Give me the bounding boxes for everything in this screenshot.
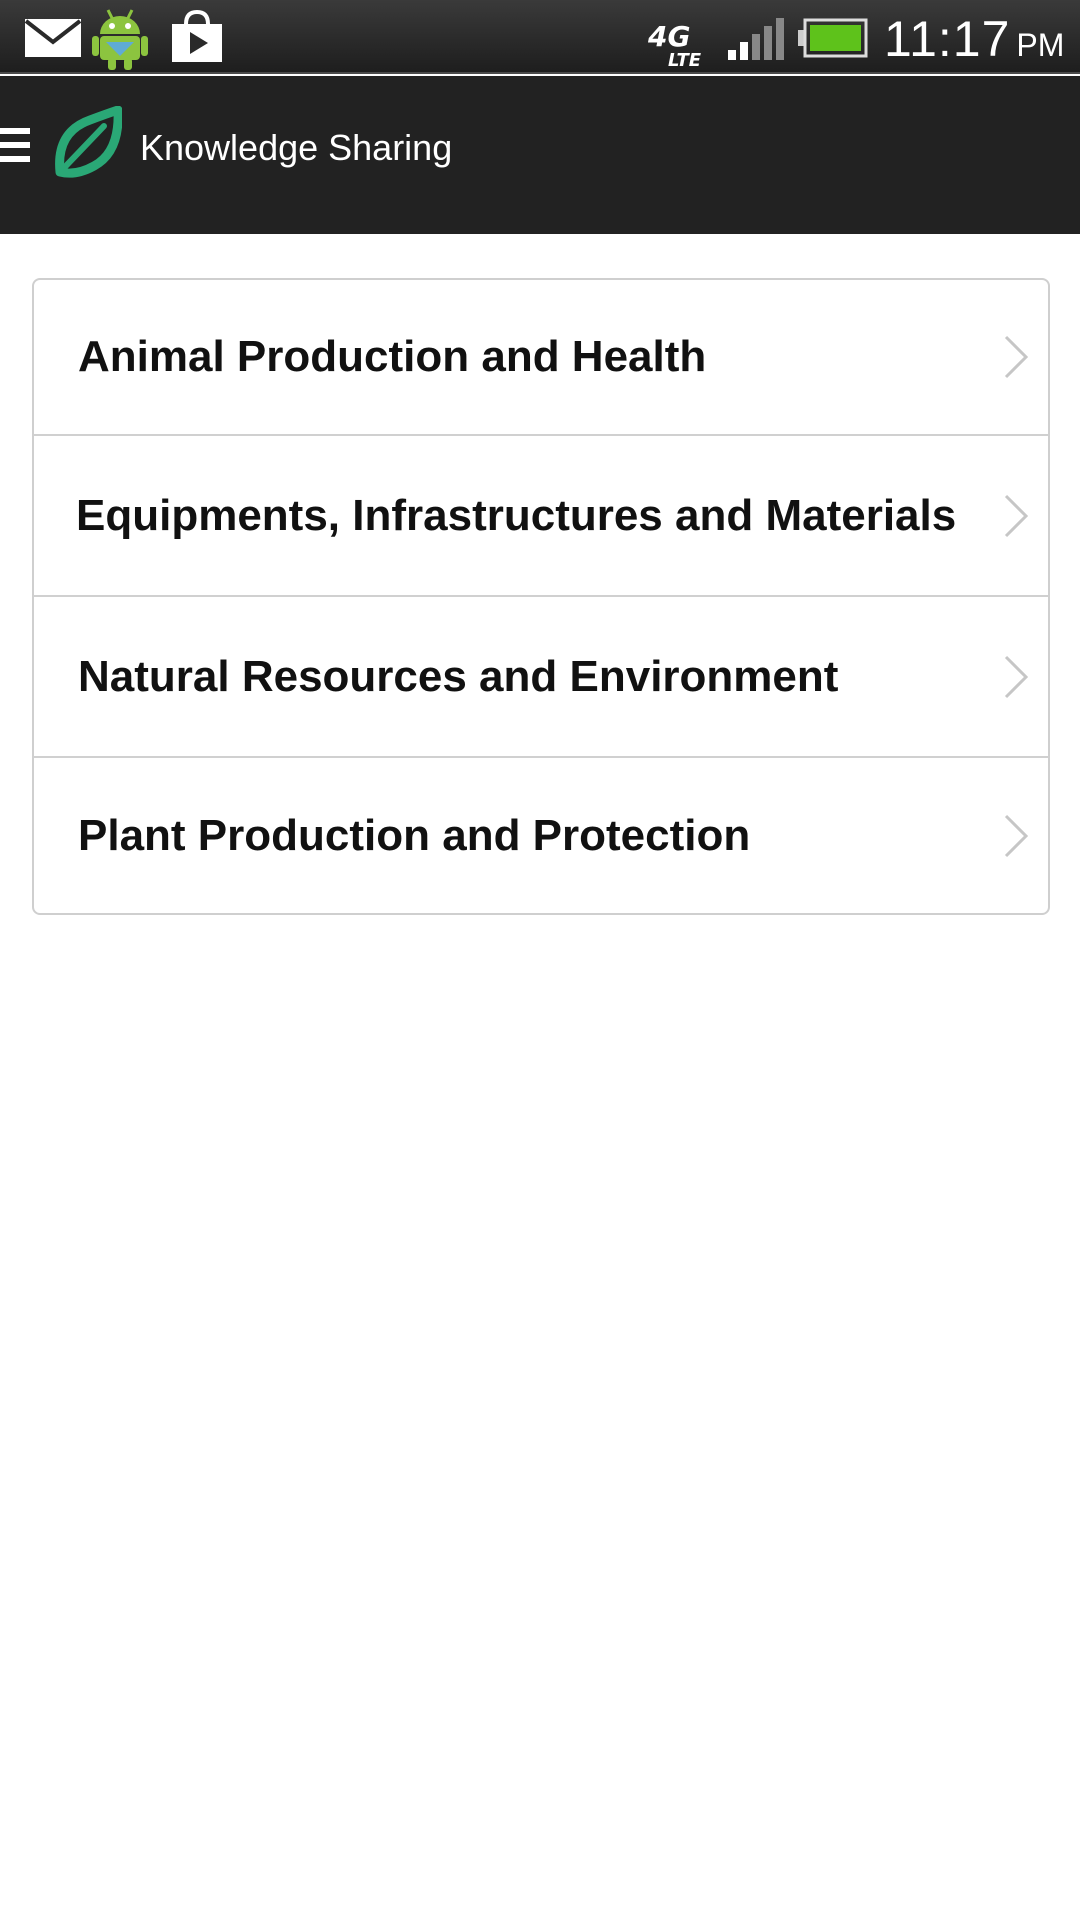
list-item-label: Equipments, Infrastructures and Material…	[76, 490, 957, 540]
signal-icon	[728, 18, 784, 60]
svg-text:4G: 4G	[647, 20, 690, 53]
lte-icon: 4G LTE	[647, 20, 702, 68]
category-list: Animal Production and Health Equipments,…	[32, 278, 1050, 915]
battery-icon	[798, 18, 868, 58]
android-icon	[92, 9, 148, 70]
svg-text:LTE: LTE	[668, 50, 702, 68]
chevron-right-icon	[1004, 335, 1029, 379]
chevron-right-icon	[1004, 814, 1029, 857]
list-item-plant-production[interactable]: Plant Production and Protection	[34, 758, 1048, 913]
list-item-label: Plant Production and Protection	[78, 810, 751, 860]
hamburger-menu-icon[interactable]	[0, 128, 30, 168]
app-bar: Knowledge Sharing	[0, 76, 1080, 234]
chevron-right-icon	[1004, 655, 1029, 698]
clock-ampm: PM	[1016, 27, 1065, 63]
list-item-label: Natural Resources and Environment	[78, 651, 839, 701]
list-item-label: Animal Production and Health	[78, 332, 707, 381]
list-item-equipments[interactable]: Equipments, Infrastructures and Material…	[34, 436, 1048, 597]
status-bar: 4G LTE 11:17 PM	[0, 0, 1080, 74]
play-store-icon	[172, 9, 222, 62]
list-item-natural-resources[interactable]: Natural Resources and Environment	[34, 597, 1048, 758]
chevron-right-icon	[1004, 494, 1029, 537]
leaf-icon[interactable]	[54, 106, 122, 178]
status-clock: 11:17 PM	[884, 10, 1065, 67]
app-title: Knowledge Sharing	[140, 127, 453, 168]
clock-time: 11:17	[884, 11, 1011, 67]
list-item-animal-production[interactable]: Animal Production and Health	[34, 280, 1048, 436]
mail-icon	[24, 19, 82, 57]
